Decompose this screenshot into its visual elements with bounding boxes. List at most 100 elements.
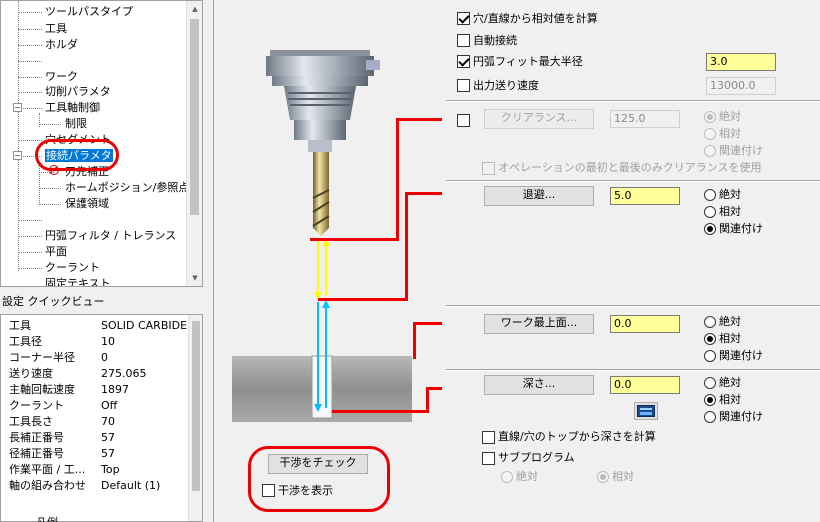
qv-value: 70 — [101, 415, 115, 428]
tree-item-toolpath-type[interactable]: ツールパスタイプ — [45, 5, 133, 19]
arc-fit-input[interactable]: 3.0 — [706, 53, 776, 71]
qv-key: 送り速度 — [9, 367, 53, 380]
retract-assoc-radio[interactable] — [704, 223, 716, 235]
tree-item-limits[interactable]: 制限 — [65, 117, 87, 131]
qv-key: 作業平面 / 工... — [9, 463, 86, 476]
retract-inc-label: 相対 — [719, 205, 741, 218]
clearance-assoc-radio[interactable] — [704, 145, 716, 157]
exit-feed-label: 出力送り速度 — [473, 79, 539, 92]
depth-leader — [426, 387, 442, 390]
calculator-icon — [637, 405, 655, 417]
clearance-checkbox[interactable] — [457, 114, 470, 127]
tree-item-cut-params[interactable]: 切削パラメタ — [45, 85, 111, 99]
top-assoc-label: 関連付け — [719, 349, 763, 362]
retract-abs-radio[interactable] — [704, 189, 716, 201]
depth-button[interactable]: 深さ... — [484, 375, 594, 395]
tree-item-fixed-text[interactable]: 固定テキスト — [45, 277, 111, 286]
qv-key: 軸の組み合わせ — [9, 479, 86, 492]
tree-item-protected-area[interactable]: 保護領域 — [65, 197, 109, 211]
scroll-thumb[interactable] — [190, 19, 199, 215]
quickview-panel: 工具 SOLID CARBIDE 工具径 10 コーナー半径 0 送り速度 27… — [0, 314, 203, 522]
scroll-up-icon[interactable]: ▲ — [187, 1, 202, 17]
calc-relative-checkbox[interactable] — [457, 12, 470, 25]
subprogram-checkbox[interactable] — [482, 452, 495, 465]
tree-item-arc-filter[interactable]: 円弧フィルタ / トレランス — [45, 229, 176, 243]
top-inc-radio[interactable] — [704, 333, 716, 345]
top-abs-radio[interactable] — [704, 316, 716, 328]
top-leader — [413, 322, 416, 359]
qv-value: Top — [101, 463, 120, 476]
clearance-inc-radio[interactable] — [704, 128, 716, 140]
depth-from-top-checkbox[interactable] — [482, 431, 495, 444]
separator — [446, 100, 820, 102]
retract-button[interactable]: 退避... — [484, 186, 594, 206]
auto-connect-checkbox[interactable] — [457, 34, 470, 47]
clearance-button[interactable]: クリアランス... — [484, 109, 594, 129]
clearance-inc-label: 相対 — [719, 127, 741, 140]
qv-value: Default (1) — [101, 479, 161, 492]
calc-relative-label: 穴/直線から相対値を計算 — [473, 12, 598, 25]
holder-nut — [294, 120, 346, 140]
depth-abs-label: 絶対 — [719, 376, 741, 389]
clearance-assoc-label: 関連付け — [719, 144, 763, 157]
qv-key: コーナー半径 — [9, 351, 75, 364]
depth-assoc-radio[interactable] — [704, 411, 716, 423]
clearance-input[interactable]: 125.0 — [610, 110, 680, 128]
collapse-tool-axis-icon[interactable]: − — [13, 103, 22, 112]
depth-leader — [332, 410, 428, 413]
clearance-leader — [310, 238, 398, 241]
retract-input[interactable]: 5.0 — [610, 187, 680, 205]
collapse-connection-icon[interactable]: − — [13, 151, 22, 160]
clearance-abs-radio[interactable] — [704, 111, 716, 123]
top-of-stock-button[interactable]: ワーク最上面... — [484, 314, 594, 334]
qv-value: 57 — [101, 431, 115, 444]
operation-tree[interactable]: − − ツールパスタイプ 工具 ホルダ ワーク 切削パラメタ 工具軸制御 制限 … — [0, 0, 203, 287]
depth-input[interactable]: 0.0 — [610, 376, 680, 394]
tree-item-home-position[interactable]: ホームポジション/参照点 — [65, 181, 189, 195]
tree-item-tool-axis[interactable]: 工具軸制御 — [45, 101, 100, 115]
top-leader — [413, 322, 442, 325]
clearance-leader — [396, 118, 399, 241]
quickview-scrollbar[interactable] — [188, 315, 202, 521]
tree-item-planes[interactable]: 平面 — [45, 245, 67, 259]
qv-value: Off — [101, 399, 118, 412]
retract-abs-label: 絶対 — [719, 188, 741, 201]
separator — [446, 305, 820, 307]
retract-inc-radio[interactable] — [704, 206, 716, 218]
scroll-down-icon[interactable]: ▼ — [187, 270, 202, 286]
clearance-leader — [396, 118, 442, 121]
qv-key: 工具径 — [9, 335, 42, 348]
subprogram-abs-radio[interactable] — [501, 471, 513, 483]
qv-key: クーラント — [9, 399, 64, 412]
tree-scrollbar[interactable]: ▲ ▼ — [186, 1, 202, 286]
depth-inc-radio[interactable] — [704, 394, 716, 406]
tree-item-tool[interactable]: 工具 — [45, 22, 67, 36]
depth-from-top-label: 直線/穴のトップから深さを計算 — [498, 430, 656, 443]
exit-feed-input[interactable]: 13000.0 — [706, 77, 776, 95]
arc-fit-label: 円弧フィット最大半径 — [473, 55, 583, 68]
subprogram-inc-radio[interactable] — [597, 471, 609, 483]
scroll-thumb[interactable] — [192, 321, 200, 491]
retract-leader — [405, 192, 442, 195]
clearance-first-last-label: オペレーションの最初と最後のみクリアランスを使用 — [498, 161, 762, 174]
subprogram-label: サブプログラム — [498, 451, 575, 464]
subprogram-inc-label: 相対 — [612, 470, 634, 483]
tree-item-holder[interactable]: ホルダ — [45, 38, 78, 52]
qv-key: 径補正番号 — [9, 447, 64, 460]
tree-item-coolant[interactable]: クーラント — [45, 261, 100, 275]
quickview-title: 設定 クイックビュー — [2, 295, 105, 308]
qv-value: 10 — [101, 335, 115, 348]
auto-connect-label: 自動接続 — [473, 34, 517, 47]
depth-abs-radio[interactable] — [704, 377, 716, 389]
top-assoc-radio[interactable] — [704, 350, 716, 362]
clearance-first-last-checkbox[interactable] — [482, 162, 495, 175]
tree-item-stock[interactable]: ワーク — [45, 70, 78, 84]
arc-fit-checkbox[interactable] — [457, 55, 470, 68]
depth-calculator-button[interactable] — [634, 402, 658, 420]
retract-assoc-label: 関連付け — [719, 222, 763, 235]
top-of-stock-input[interactable]: 0.0 — [610, 315, 680, 333]
holder-thread — [290, 104, 350, 106]
separator — [446, 180, 820, 182]
exit-feed-checkbox[interactable] — [457, 79, 470, 92]
holder-cap — [270, 50, 370, 56]
